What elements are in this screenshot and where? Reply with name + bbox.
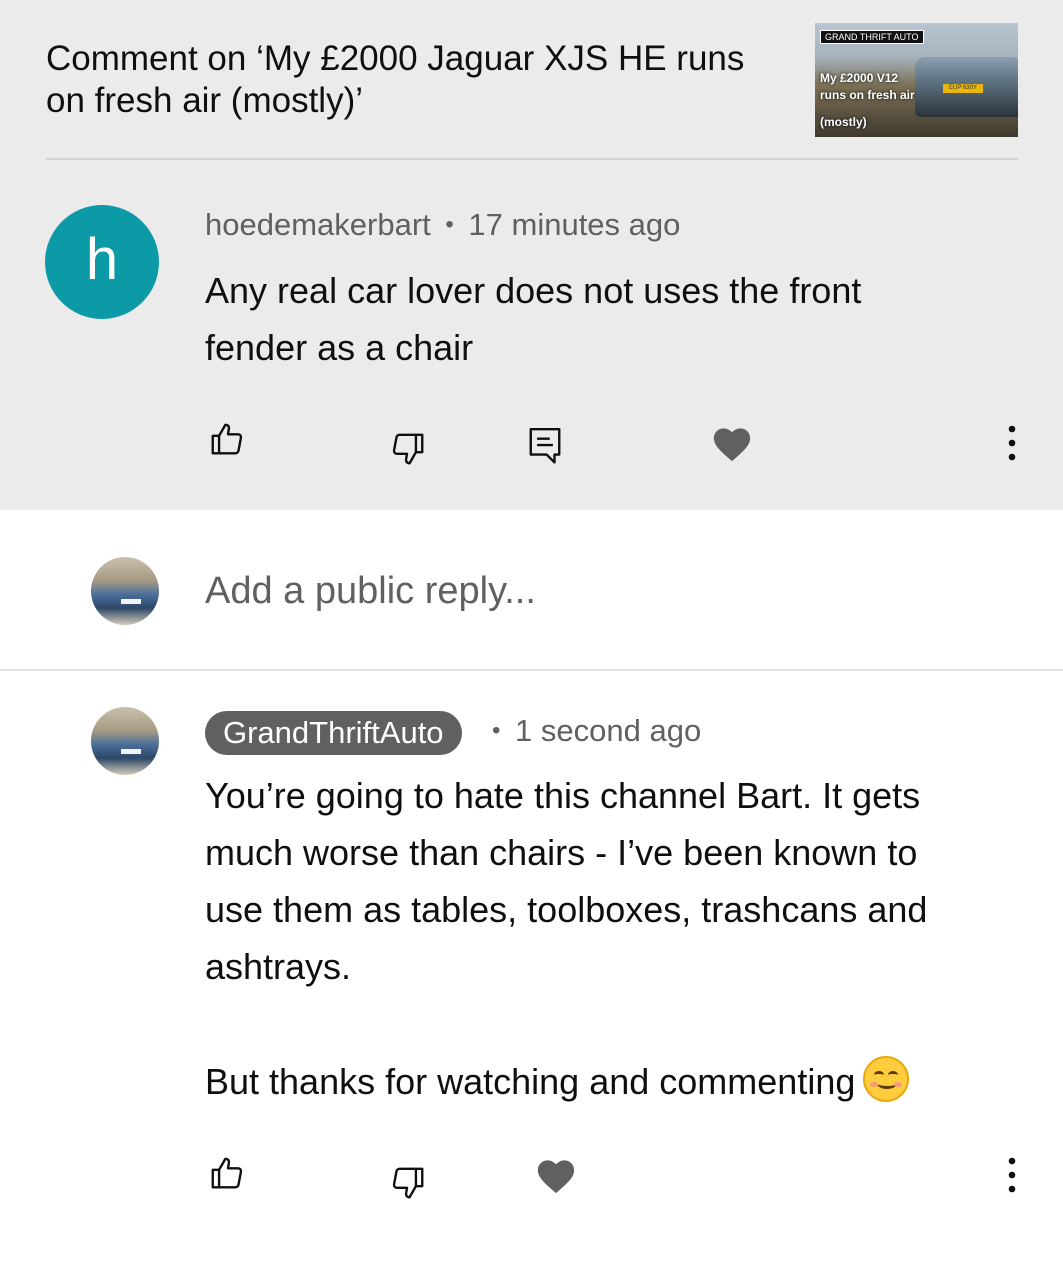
page-title: Comment on ‘My £2000 Jaguar XJS HE runs …	[46, 39, 745, 120]
thumbs-up-icon	[211, 1157, 243, 1189]
avatar[interactable]: h	[45, 205, 159, 319]
more-options-button[interactable]	[1000, 1156, 1024, 1194]
comment-section: Comment on ‘My £2000 Jaguar XJS HE runs …	[0, 0, 1063, 510]
meta-separator: •	[445, 211, 454, 238]
user-avatar	[91, 557, 159, 625]
reply-icon	[529, 427, 561, 464]
thumbs-down-icon	[392, 433, 424, 465]
more-options-button[interactable]	[1000, 424, 1024, 462]
more-vertical-icon	[1008, 1157, 1016, 1193]
comment-meta: hoedemakerbart • 17 minutes ago	[205, 207, 680, 243]
thumbnail-line1: My £2000 V12 runs on fresh air	[820, 71, 915, 102]
avatar-plate	[121, 599, 141, 604]
avatar-plate	[121, 749, 141, 754]
thumbs-up-icon	[211, 423, 243, 455]
dislike-button[interactable]	[389, 1164, 427, 1202]
heart-icon	[713, 428, 751, 462]
reply-button[interactable]	[526, 424, 564, 466]
number-plate: EUP 630Y	[943, 84, 983, 93]
reply-time: 1 second ago	[515, 713, 702, 748]
reply-text: You’re going to hate this channel Bart. …	[205, 775, 928, 987]
reply-input[interactable]: Add a public reply...	[205, 570, 536, 613]
heart-icon	[537, 1160, 575, 1194]
meta-separator: •	[492, 717, 501, 744]
dislike-button[interactable]	[389, 430, 427, 468]
reply-meta: • 1 second ago	[492, 713, 701, 749]
thumbnail-brand: GRAND THRIFT AUTO	[820, 30, 924, 44]
heart-button[interactable]	[711, 424, 753, 462]
heart-button[interactable]	[535, 1156, 577, 1194]
comment-time: 17 minutes ago	[468, 207, 681, 242]
more-vertical-icon	[1008, 425, 1016, 461]
divider	[0, 669, 1063, 671]
reply-closing: But thanks for watching and commenting	[205, 1053, 910, 1110]
comment-text: Any real car lover does not uses the fro…	[205, 270, 862, 368]
smiling-face-emoji	[863, 1056, 910, 1102]
comment-author[interactable]: hoedemakerbart	[205, 207, 431, 242]
thumbs-down-icon	[392, 1167, 424, 1199]
video-thumbnail[interactable]: EUP 630Y GRAND THRIFT AUTO My £2000 V12 …	[815, 23, 1018, 137]
thumbnail-line3: (mostly)	[820, 115, 867, 129]
like-button[interactable]	[208, 420, 246, 458]
like-button[interactable]	[208, 1154, 246, 1192]
channel-owner-badge[interactable]: GrandThriftAuto	[205, 711, 462, 755]
owner-avatar[interactable]	[91, 707, 159, 775]
divider	[46, 158, 1018, 160]
